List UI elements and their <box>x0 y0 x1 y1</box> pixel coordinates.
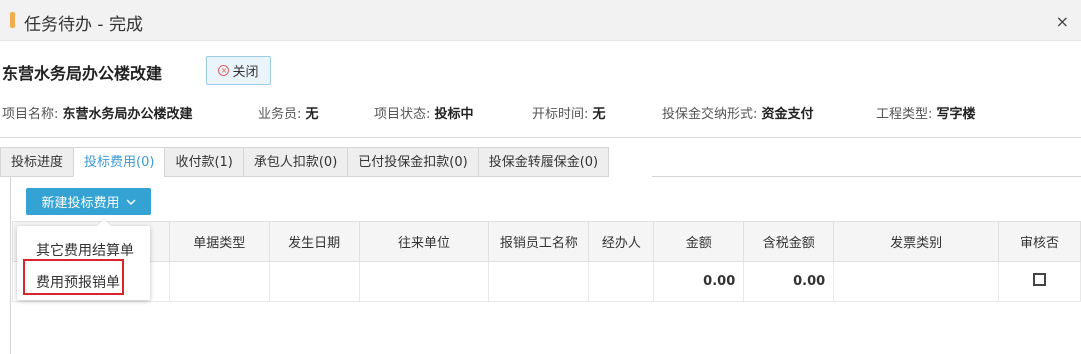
cell-handler <box>588 261 655 302</box>
col-header-handler: 经办人 <box>588 221 655 262</box>
tab-deposit-to-performance[interactable]: 投保金转履保金(0) <box>477 147 610 177</box>
info-deposit-payment-form: 投保金交纳形式: 资金支付 <box>662 107 814 122</box>
cell-tax-amount: 0.00 <box>743 261 835 302</box>
col-header-doc-type: 单据类型 <box>168 221 270 262</box>
col-header-amount: 金额 <box>653 221 745 262</box>
cell-reimburser <box>488 261 590 302</box>
cell-reviewed <box>998 261 1081 302</box>
info-project-name: 项目名称: 东营水务局办公楼改建 <box>2 107 193 122</box>
col-header-counterparty: 往来单位 <box>358 221 490 262</box>
project-title: 东营水务局办公楼改建 <box>2 64 163 83</box>
costs-table: 单据类型 发生日期 往来单位 报销员工名称 经办人 金额 含税金额 发票类别 审… <box>12 221 1081 302</box>
table-header-row: 单据类型 发生日期 往来单位 报销员工名称 经办人 金额 含税金额 发票类别 审… <box>12 221 1081 262</box>
tab-paid-deposit-deductions[interactable]: 已付投保金扣款(0) <box>347 147 478 177</box>
info-project-status: 项目状态: 投标中 <box>374 107 474 122</box>
close-icon[interactable]: × <box>1056 12 1069 31</box>
tab-receipts-payments[interactable]: 收付款(1) <box>164 147 243 177</box>
title-accent-bar <box>10 12 15 28</box>
cell-invoice-type <box>833 261 1000 302</box>
tab-bar: 投标进度 投标费用(0) 收付款(1) 承包人扣款(0) 已付投保金扣款(0) … <box>0 147 610 177</box>
table-row: 0.00 0.00 <box>12 261 1081 302</box>
highlight-box <box>23 259 124 295</box>
new-bid-cost-button[interactable]: 新建投标费用 <box>26 188 151 215</box>
cell-amount: 0.00 <box>653 261 745 302</box>
col-header-reimburser: 报销员工名称 <box>488 221 590 262</box>
col-header-invoice-type: 发票类别 <box>833 221 1000 262</box>
menu-item-other-cost-settlement[interactable]: 其它费用结算单 <box>36 240 134 260</box>
reviewed-checkbox[interactable] <box>1033 273 1046 286</box>
info-bid-opening-time: 开标时间: 无 <box>532 107 606 122</box>
dialog-titlebar: 任务待办 - 完成 × <box>0 0 1081 41</box>
tab-bid-progress[interactable]: 投标进度 <box>0 147 74 177</box>
new-bid-cost-label: 新建投标费用 <box>41 196 120 211</box>
tab-contractor-deductions[interactable]: 承包人扣款(0) <box>242 147 348 177</box>
dialog-title: 任务待办 - 完成 <box>24 15 143 35</box>
cell-doc-type <box>168 261 270 302</box>
col-header-tax-amount: 含税金额 <box>743 221 835 262</box>
section-divider <box>0 137 1081 138</box>
cell-counterparty <box>358 261 490 302</box>
tab-bid-costs[interactable]: 投标费用(0) <box>73 147 165 177</box>
col-header-reviewed: 审核否 <box>998 221 1081 262</box>
cell-date <box>268 261 360 302</box>
info-project-type: 工程类型: 写字楼 <box>876 107 976 122</box>
col-header-date: 发生日期 <box>268 221 360 262</box>
info-salesperson: 业务员: 无 <box>258 107 319 122</box>
close-button[interactable]: × 关闭 <box>206 56 271 85</box>
close-circle-icon: × <box>218 65 230 76</box>
chevron-down-icon <box>126 199 135 205</box>
close-button-label: 关闭 <box>232 65 259 80</box>
